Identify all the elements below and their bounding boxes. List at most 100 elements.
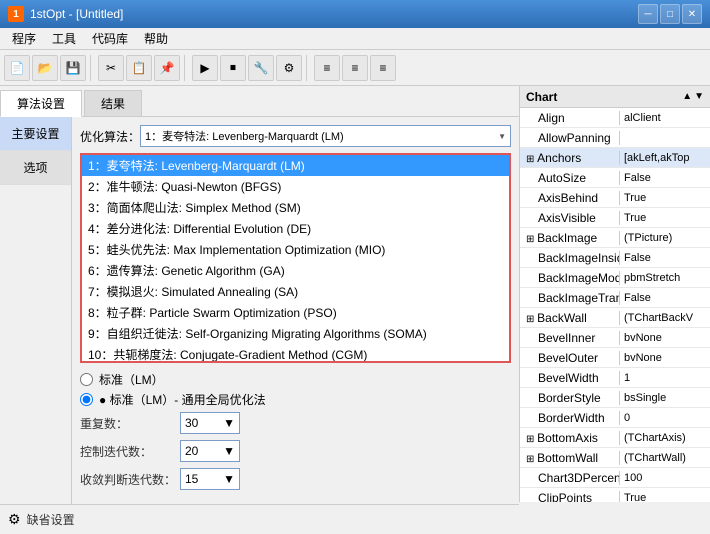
save-button[interactable]: 💾	[60, 55, 86, 81]
algo-item-2[interactable]: 3：简面体爬山法: Simplex Method (SM)	[82, 197, 509, 218]
run-button[interactable]: ▶	[192, 55, 218, 81]
content-main: 优化算法： 1：麦夸特法: Levenberg-Marquardt (LM) ▼…	[72, 117, 519, 504]
tool-btn-4[interactable]: ⚙	[276, 55, 302, 81]
prop-row-5[interactable]: AxisVisibleTrue	[520, 208, 710, 228]
prop-scroll-up[interactable]: ▲	[682, 91, 692, 102]
algo-item-3[interactable]: 4：差分进化法: Differential Evolution (DE)	[82, 218, 509, 239]
radio-standard-row: 标准（LM）	[80, 371, 511, 388]
param-select-1[interactable]: 20 ▼	[180, 440, 240, 462]
param-value-1: 20	[185, 444, 198, 458]
prop-expand-icon-17[interactable]: ⊞	[526, 454, 537, 465]
prop-row-1[interactable]: AllowPanning	[520, 128, 710, 148]
prop-name-text-6: BackImage	[537, 231, 597, 245]
param-select-0[interactable]: 30 ▼	[180, 412, 240, 434]
algorithm-combobox[interactable]: 1：麦夸特法: Levenberg-Marquardt (LM) ▼	[140, 125, 511, 147]
prop-row-8[interactable]: BackImageModpbmStretch	[520, 268, 710, 288]
prop-row-14[interactable]: BorderStylebsSingle	[520, 388, 710, 408]
prop-value-16: (TChartAxis)	[620, 432, 710, 444]
param-select-2[interactable]: 15 ▼	[180, 468, 240, 490]
nav-options[interactable]: 选项	[0, 151, 71, 185]
prop-row-16[interactable]: ⊞ BottomAxis(TChartAxis)	[520, 428, 710, 448]
left-nav: 主要设置 选项	[0, 117, 72, 504]
prop-row-4[interactable]: AxisBehindTrue	[520, 188, 710, 208]
prop-expand-icon-2[interactable]: ⊞	[526, 154, 537, 165]
prop-name-text-3: AutoSize	[538, 171, 586, 185]
prop-row-17[interactable]: ⊞ BottomWall(TChartWall)	[520, 448, 710, 468]
prop-row-11[interactable]: BevelInnerbvNone	[520, 328, 710, 348]
tool-btn-7[interactable]: ≡	[370, 55, 396, 81]
new-button[interactable]: 📄	[4, 55, 30, 81]
prop-value-6: (TPicture)	[620, 232, 710, 244]
prop-name-14: BorderStyle	[520, 391, 620, 405]
prop-row-9[interactable]: BackImageTranFalse	[520, 288, 710, 308]
tool-btn-5[interactable]: ≡	[314, 55, 340, 81]
cut-button[interactable]: ✂	[98, 55, 124, 81]
algo-item-8[interactable]: 9：自组织迁徙法: Self-Organizing Migrating Algo…	[82, 323, 509, 344]
algo-item-6[interactable]: 7：模拟退火: Simulated Annealing (SA)	[82, 281, 509, 302]
copy-button[interactable]: 📋	[126, 55, 152, 81]
tab-algorithm-settings[interactable]: 算法设置	[0, 90, 82, 117]
prop-expand-icon-16[interactable]: ⊞	[526, 434, 537, 445]
algo-item-5[interactable]: 6：遗传算法: Genetic Algorithm (GA)	[82, 260, 509, 281]
prop-row-0[interactable]: AlignalClient	[520, 108, 710, 128]
prop-name-7: BackImageInsid	[520, 251, 620, 265]
prop-row-15[interactable]: BorderWidth0	[520, 408, 710, 428]
maximize-button[interactable]: □	[660, 4, 680, 24]
prop-row-6[interactable]: ⊞ BackImage (TPicture)	[520, 228, 710, 248]
prop-row-3[interactable]: AutoSizeFalse	[520, 168, 710, 188]
paste-button[interactable]: 📌	[154, 55, 180, 81]
prop-value-9: False	[620, 292, 710, 304]
menu-bar: 程序 工具 代码库 帮助	[0, 28, 710, 50]
prop-row-12[interactable]: BevelOuterbvNone	[520, 348, 710, 368]
prop-row-2[interactable]: ⊞ Anchors[akLeft,akTop	[520, 148, 710, 168]
prop-name-text-14: BorderStyle	[538, 391, 601, 405]
algo-item-9[interactable]: 10：共轭梯度法: Conjugate-Gradient Method (CGM…	[82, 344, 509, 363]
tool-btn-6[interactable]: ≡	[342, 55, 368, 81]
content-area: 主要设置 选项 优化算法： 1：麦夸特法: Levenberg-Marquard…	[0, 117, 519, 504]
algo-item-1[interactable]: 2：准牛顿法: Quasi-Newton (BFGS)	[82, 176, 509, 197]
algorithm-listbox[interactable]: 1：麦夸特法: Levenberg-Marquardt (LM) 2：准牛顿法:…	[80, 153, 511, 363]
prop-name-17: ⊞ BottomWall	[520, 451, 620, 465]
algo-item-4[interactable]: 5：蛙头优先法: Max Implementation Optimization…	[82, 239, 509, 260]
prop-value-17: (TChartWall)	[620, 452, 710, 464]
prop-value-12: bvNone	[620, 352, 710, 364]
prop-expand-icon-6[interactable]: ⊞	[526, 234, 537, 245]
toolbar: 📄 📂 💾 ✂ 📋 📌 ▶ ⏹ 🔧 ⚙ ≡ ≡ ≡	[0, 50, 710, 86]
stop-button[interactable]: ⏹	[220, 55, 246, 81]
menu-program[interactable]: 程序	[4, 28, 44, 49]
nav-main-settings[interactable]: 主要设置	[0, 117, 71, 151]
prop-row-10[interactable]: ⊞ BackWall(TChartBackV	[520, 308, 710, 328]
prop-name-text-9: BackImageTran	[538, 291, 620, 305]
bottom-bar: ⚙ 缺省设置	[0, 504, 519, 534]
app-icon: 1	[8, 6, 24, 22]
prop-name-9: BackImageTran	[520, 291, 620, 305]
tool-btn-3[interactable]: 🔧	[248, 55, 274, 81]
minimize-button[interactable]: ─	[638, 4, 658, 24]
window-controls[interactable]: ─ □ ✕	[638, 4, 702, 24]
prop-row-7[interactable]: BackImageInsidFalse	[520, 248, 710, 268]
prop-row-19[interactable]: ClipPointsTrue	[520, 488, 710, 502]
prop-name-text-8: BackImageMod	[538, 271, 620, 285]
prop-value-10: (TChartBackV	[620, 312, 710, 324]
tab-results[interactable]: 结果	[84, 90, 142, 116]
close-button[interactable]: ✕	[682, 4, 702, 24]
param-value-2: 15	[185, 472, 198, 486]
menu-tools[interactable]: 工具	[44, 28, 84, 49]
radio-universal[interactable]	[80, 393, 93, 406]
open-button[interactable]: 📂	[32, 55, 58, 81]
left-panel: 算法设置 结果 主要设置 选项 优化算法： 1：麦夸特法: Levenberg-…	[0, 86, 520, 502]
prop-value-18: 100	[620, 472, 710, 484]
menu-help[interactable]: 帮助	[136, 28, 176, 49]
prop-expand-icon-10[interactable]: ⊞	[526, 314, 537, 325]
prop-scroll-down[interactable]: ▼	[694, 91, 704, 102]
param-label-0: 重复数：	[80, 415, 180, 432]
param-row-0: 重复数： 30 ▼	[80, 412, 511, 434]
prop-row-18[interactable]: Chart3DPercent100	[520, 468, 710, 488]
algo-item-0[interactable]: 1：麦夸特法: Levenberg-Marquardt (LM)	[82, 155, 509, 176]
menu-codelib[interactable]: 代码库	[84, 28, 136, 49]
radio-standard[interactable]	[80, 373, 93, 386]
radio-universal-row: ● 标准（LM）- 通用全局优化法	[80, 391, 511, 408]
prop-row-13[interactable]: BevelWidth1	[520, 368, 710, 388]
algo-item-7[interactable]: 8：粒子群: Particle Swarm Optimization (PSO)	[82, 302, 509, 323]
prop-name-text-11: BevelInner	[538, 331, 595, 345]
